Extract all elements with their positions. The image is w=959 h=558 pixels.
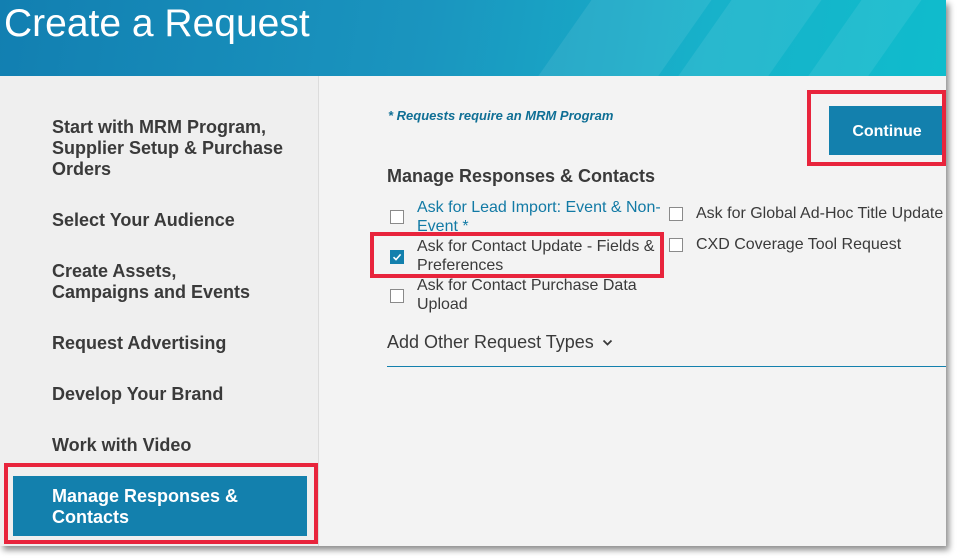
sidebar-item-label: Develop Your Brand — [52, 384, 224, 404]
sidebar-item-label: Create Assets, Campaigns and Events — [52, 261, 251, 302]
option-global-title-update[interactable]: Ask for Global Ad-Hoc Title Update — [669, 204, 946, 226]
sidebar-item-label: Start with MRM Program, Supplier Setup &… — [52, 117, 284, 179]
section-divider — [387, 366, 946, 367]
mrm-program-note: * Requests require an MRM Program — [388, 108, 614, 123]
sidebar-item-video[interactable]: Work with Video — [52, 435, 302, 456]
sidebar-nav: Start with MRM Program, Supplier Setup &… — [0, 76, 319, 546]
sidebar-item-label: Request Advertising — [52, 333, 227, 353]
page-title: Create a Request — [4, 2, 310, 45]
sidebar-item-brand[interactable]: Develop Your Brand — [52, 384, 302, 405]
sidebar-item-mrm-program[interactable]: Start with MRM Program, Supplier Setup &… — [52, 117, 302, 180]
sidebar-item-assets-campaigns[interactable]: Create Assets, Campaigns and Events — [52, 261, 267, 303]
option-contact-purchase[interactable]: Ask for Contact Purchase Data Upload — [390, 276, 665, 316]
option-cxd-coverage[interactable]: CXD Coverage Tool Request — [669, 235, 946, 257]
option-label: CXD Coverage Tool Request — [696, 236, 902, 253]
check-icon — [392, 253, 402, 261]
option-contact-update[interactable]: Ask for Contact Update - Fields & Prefer… — [390, 237, 665, 277]
continue-button[interactable]: Continue — [829, 106, 945, 155]
section-title: Manage Responses & Contacts — [387, 166, 656, 186]
chevron-down-icon — [602, 340, 612, 347]
global-title-update-checkbox[interactable] — [669, 207, 683, 221]
cxd-coverage-checkbox[interactable] — [669, 238, 683, 252]
add-other-request-types-toggle[interactable]: Add Other Request Types — [387, 332, 613, 353]
sidebar-item-label: Select Your Audience — [52, 210, 235, 230]
option-label: Ask for Global Ad-Hoc Title Update — [696, 205, 944, 222]
sidebar-item-label: Manage Responses & Contacts — [52, 486, 239, 527]
add-other-label: Add Other Request Types — [387, 332, 594, 352]
contact-purchase-checkbox[interactable] — [390, 289, 404, 303]
page-header: Create a Request — [0, 0, 946, 76]
option-label[interactable]: Ask for Lead Import: Event & Non-Event * — [417, 198, 667, 236]
option-lead-import[interactable]: Ask for Lead Import: Event & Non-Event * — [390, 198, 670, 238]
option-label: Ask for Contact Purchase Data Upload — [417, 277, 637, 313]
option-label: Ask for Contact Update - Fields & Prefer… — [417, 238, 655, 274]
sidebar-item-audience[interactable]: Select Your Audience — [52, 210, 302, 231]
app-frame: Create a Request Start with MRM Program,… — [0, 0, 946, 546]
sidebar-item-manage-responses[interactable]: Manage Responses & Contacts — [13, 476, 307, 536]
contact-update-checkbox[interactable] — [390, 250, 404, 264]
sidebar-item-advertising[interactable]: Request Advertising — [52, 333, 302, 354]
lead-import-checkbox[interactable] — [390, 210, 404, 224]
sidebar-item-label: Work with Video — [52, 435, 192, 455]
